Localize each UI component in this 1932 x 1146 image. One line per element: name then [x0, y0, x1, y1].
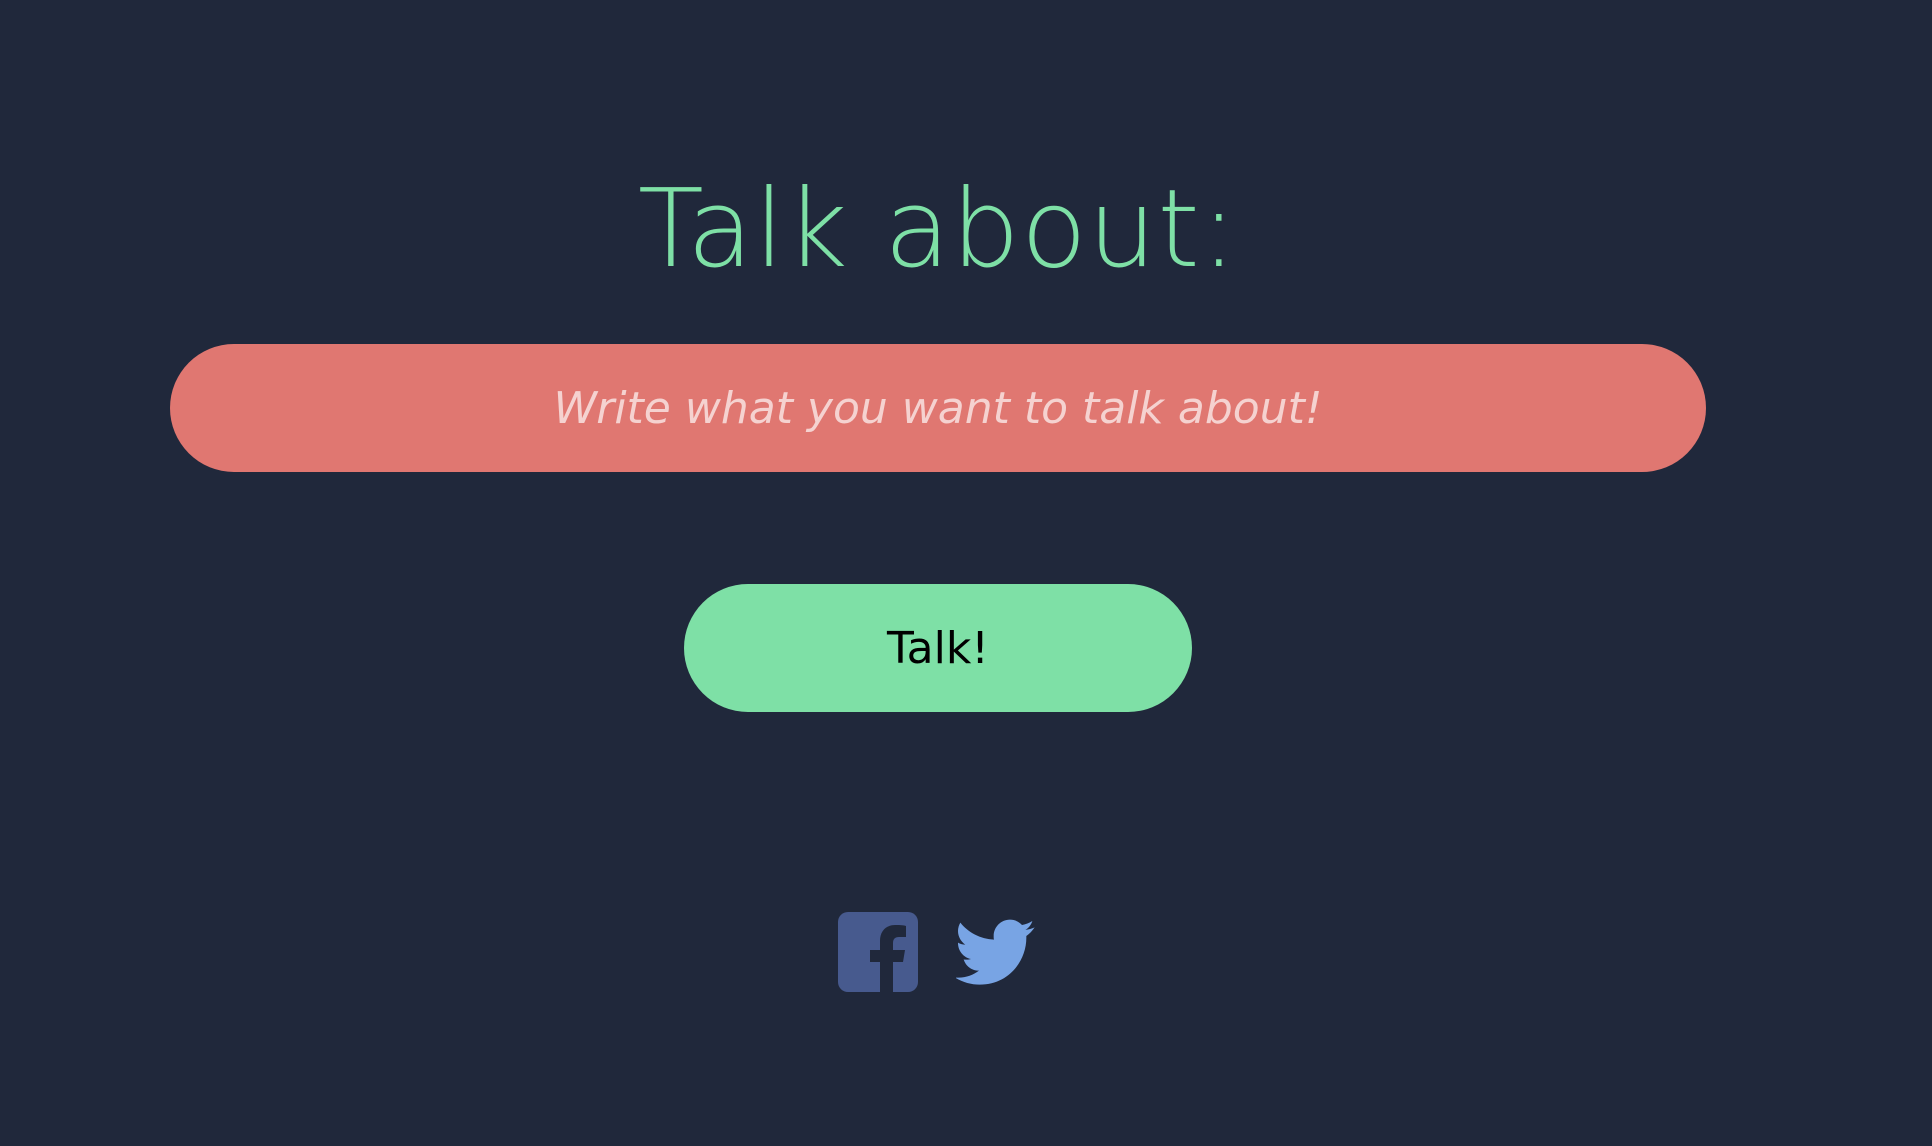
facebook-link[interactable]	[838, 912, 918, 992]
social-links	[838, 912, 1036, 992]
page: Talk about: Talk!	[0, 0, 1932, 1146]
page-title: Talk about:	[637, 167, 1239, 292]
talk-button[interactable]: Talk!	[684, 584, 1192, 712]
facebook-icon	[838, 912, 918, 992]
twitter-link[interactable]	[956, 912, 1036, 992]
twitter-icon	[956, 919, 1035, 985]
topic-input[interactable]	[170, 344, 1706, 472]
